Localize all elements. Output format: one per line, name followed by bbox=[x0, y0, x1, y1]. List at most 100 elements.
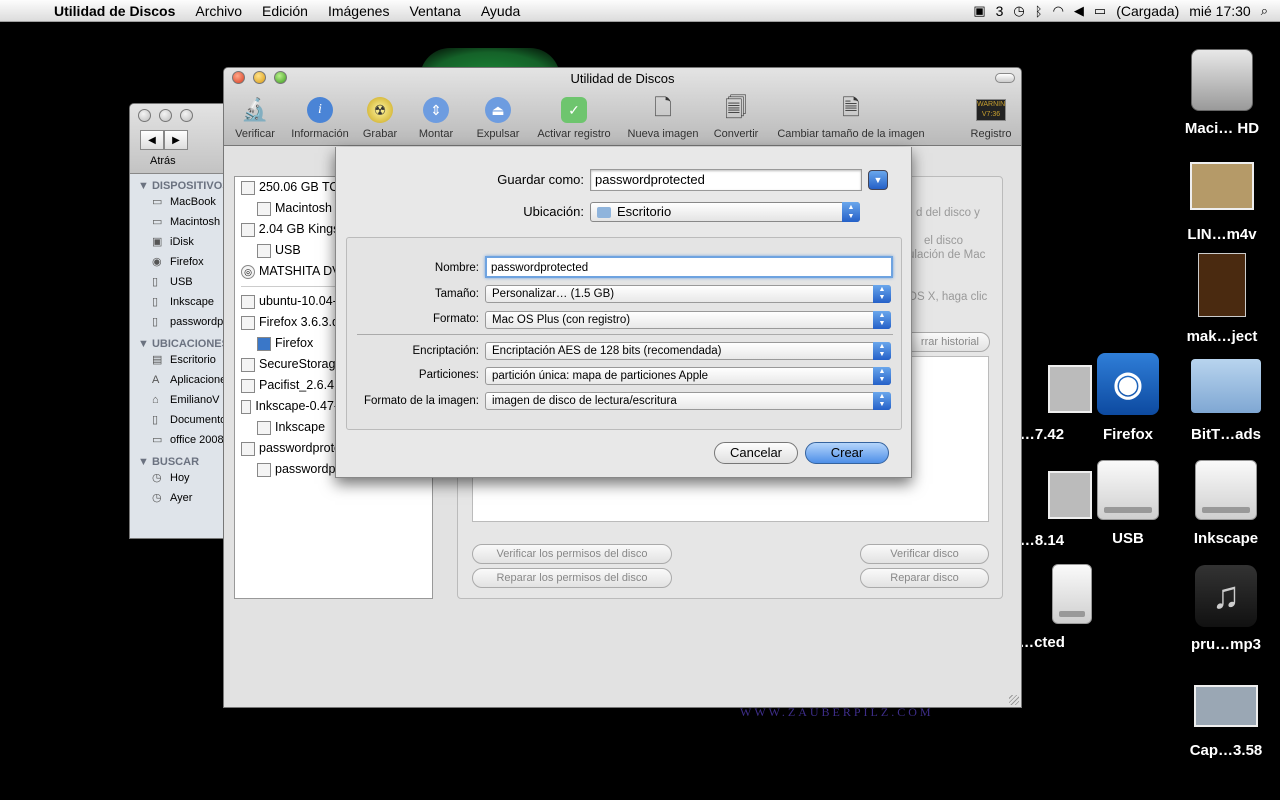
expand-browser-button[interactable]: ▼ bbox=[868, 170, 888, 190]
toolbar-burn[interactable]: ☢ Grabar bbox=[360, 96, 400, 140]
screenshot-thumbnail-icon bbox=[1194, 685, 1258, 727]
sidebar-section-search[interactable]: ▼ BUSCAR bbox=[130, 456, 228, 468]
disk-image-icon bbox=[241, 294, 255, 309]
repair-permissions-button[interactable]: Reparar los permisos del disco bbox=[472, 568, 672, 588]
forward-arrow-icon[interactable]: ▶ bbox=[164, 130, 188, 150]
cancel-button[interactable]: Cancelar bbox=[714, 442, 798, 464]
desktop-icon-bittorrent[interactable]: BitT…ads bbox=[1176, 352, 1276, 443]
menu-edicion[interactable]: Edición bbox=[252, 3, 318, 19]
zoom-icon[interactable] bbox=[180, 109, 193, 122]
toolbar-log[interactable]: WARNIN V7:36 Registro bbox=[968, 96, 1014, 140]
toolbar-convert[interactable]: 🗐 Convertir bbox=[710, 95, 762, 140]
sidebar-item-escritorio[interactable]: ▤ Escritorio bbox=[130, 350, 228, 370]
spaces-count: 3 bbox=[995, 3, 1004, 19]
minimize-icon[interactable] bbox=[159, 109, 172, 122]
eject-icon: ⏏ bbox=[482, 96, 514, 124]
divider bbox=[357, 334, 893, 335]
format-popup[interactable]: Mac OS Plus (con registro) ▲ ▼ bbox=[485, 311, 891, 329]
toolbar-info[interactable]: i Información bbox=[286, 96, 354, 140]
sidebar-item-macbook[interactable]: ▭ MacBook bbox=[130, 192, 228, 212]
name-field[interactable]: passwordprotected bbox=[485, 256, 893, 278]
back-label: Atrás bbox=[150, 155, 176, 167]
popup-arrows-icon: ▲ ▼ bbox=[873, 342, 891, 360]
sidebar-item-passwordprotected[interactable]: ▯passwordprotected bbox=[130, 312, 228, 332]
wifi-icon[interactable]: ◠ bbox=[1053, 3, 1064, 19]
image-format-label: Formato de la imagen: bbox=[363, 395, 479, 407]
back-arrow-icon[interactable]: ◀ bbox=[140, 130, 164, 150]
desktop-icon-project[interactable]: mak…ject bbox=[1172, 248, 1272, 345]
close-icon[interactable] bbox=[138, 109, 151, 122]
bluetooth-icon[interactable]: ᛒ bbox=[1035, 4, 1043, 19]
sidebar-item-documentos[interactable]: ▯ Documentos bbox=[130, 410, 228, 430]
sidebar-item-inkscape[interactable]: ▯ Inkscape bbox=[130, 292, 228, 312]
battery-icon[interactable]: ▭ bbox=[1094, 3, 1106, 19]
toolbar-resize-image[interactable]: 🗎 Cambiar tamaño de la imagen bbox=[770, 95, 932, 140]
menu-app-name[interactable]: Utilidad de Discos bbox=[44, 3, 185, 19]
toolbar-new-image[interactable]: 🗋 Nueva imagen bbox=[624, 95, 702, 140]
sidebar-section-places[interactable]: ▼ UBICACIONES bbox=[130, 338, 228, 350]
location-popup[interactable]: Escritorio ▲ ▼ bbox=[590, 202, 860, 222]
sidebar-item-home[interactable]: ⌂ EmilianoV bbox=[130, 390, 228, 410]
window-title: Utilidad de Discos bbox=[570, 71, 675, 86]
menu-clock[interactable]: mié 17:30 bbox=[1189, 3, 1250, 19]
menu-ventana[interactable]: Ventana bbox=[399, 3, 470, 19]
battery-status[interactable]: (Cargada) bbox=[1116, 3, 1179, 19]
encryption-popup[interactable]: Encriptación AES de 128 bits (recomendad… bbox=[485, 342, 891, 360]
toolbar-toggle-button[interactable] bbox=[995, 73, 1015, 83]
sidebar-item-firefox[interactable]: ◉ Firefox bbox=[130, 252, 228, 272]
partitions-popup[interactable]: partición única: mapa de particiones App… bbox=[485, 367, 891, 385]
location-label: Ubicación: bbox=[523, 204, 584, 219]
time-machine-icon[interactable]: ◷ bbox=[1013, 3, 1024, 19]
desktop-icon-firefox[interactable]: ◉ Firefox bbox=[1078, 348, 1178, 443]
toolbar-eject[interactable]: ⏏ Expulsar bbox=[475, 96, 521, 140]
popup-arrows-icon: ▲ ▼ bbox=[873, 285, 891, 303]
menu-ayuda[interactable]: Ayuda bbox=[471, 3, 530, 19]
desktop-icon-capture[interactable]: Cap…3.58 bbox=[1176, 676, 1276, 759]
image-options-box: Nombre: passwordprotected Tamaño: Person… bbox=[346, 237, 902, 430]
folder-icon bbox=[1191, 359, 1261, 413]
laptop-icon: ▭ bbox=[152, 196, 163, 208]
repair-disk-button[interactable]: Reparar disco bbox=[860, 568, 989, 588]
format-label: Formato: bbox=[432, 313, 479, 325]
menu-archivo[interactable]: Archivo bbox=[185, 3, 252, 19]
hard-drive-icon bbox=[241, 180, 255, 195]
size-popup[interactable]: Personalizar… (1.5 GB) ▲ ▼ bbox=[485, 285, 891, 303]
finder-window: ◀ ▶ Atrás ▼ DISPOSITIVOS ▭ MacBook ▭ Macin… bbox=[129, 103, 229, 539]
drive-icon: ▯ bbox=[152, 296, 159, 308]
first-aid-text-4: OS X, haga clic bbox=[908, 291, 988, 303]
spotlight-icon[interactable]: ⌕ bbox=[1261, 3, 1268, 19]
journaling-icon: ✓ bbox=[558, 96, 590, 124]
sidebar-section-devices[interactable]: ▼ DISPOSITIVOS bbox=[130, 180, 228, 192]
popup-arrows-icon: ▲ ▼ bbox=[842, 202, 860, 222]
drive-icon: ▯ bbox=[152, 316, 159, 328]
sidebar-item-usb[interactable]: ▯ USB bbox=[130, 272, 228, 292]
spaces-icon[interactable]: ▣ bbox=[973, 3, 985, 19]
toolbar-enable-journaling[interactable]: ✓ Activar registro bbox=[532, 96, 616, 140]
sidebar-item-aplicaciones[interactable]: A Aplicaciones bbox=[130, 370, 228, 390]
sidebar-item-ayer[interactable]: ◷ Ayer bbox=[130, 488, 228, 508]
image-format-popup[interactable]: imagen de disco de lectura/escritura ▲ ▼ bbox=[485, 392, 891, 410]
new-image-sheet: Guardar como: passwordprotected ▼ Ubicac… bbox=[335, 147, 912, 478]
desktop-icon-usb[interactable]: USB bbox=[1078, 456, 1178, 547]
sidebar-item-idisk[interactable]: ▣ iDisk bbox=[130, 232, 228, 252]
toolbar-verify[interactable]: 🔬 Verificar bbox=[232, 96, 278, 140]
sidebar-item-office[interactable]: ▭ office 2008 bbox=[130, 430, 228, 450]
volume-icon bbox=[257, 420, 271, 435]
desktop-icon-mp3[interactable]: ♫ pru…mp3 bbox=[1176, 562, 1276, 653]
volume-icon[interactable]: ◀ bbox=[1074, 3, 1084, 19]
sidebar-item-hoy[interactable]: ◷ Hoy bbox=[130, 468, 228, 488]
resize-grip-icon[interactable] bbox=[1009, 695, 1019, 705]
clock-icon: ◷ bbox=[152, 472, 162, 484]
menu-imagenes[interactable]: Imágenes bbox=[318, 3, 399, 19]
desktop-icon-macintosh-hd[interactable]: Maci… HD bbox=[1172, 46, 1272, 137]
clock-icon: ◷ bbox=[152, 492, 162, 504]
create-button[interactable]: Crear bbox=[805, 442, 889, 464]
sidebar-item-macintosh-hd[interactable]: ▭Macintosh HD bbox=[130, 212, 228, 232]
toolbar-mount[interactable]: ⇕ Montar bbox=[416, 96, 456, 140]
desktop-icon-inkscape[interactable]: Inkscape bbox=[1176, 456, 1276, 547]
verify-permissions-button[interactable]: Verificar los permisos del disco bbox=[472, 544, 672, 564]
desktop-icon-video[interactable]: LIN…m4v bbox=[1172, 152, 1272, 243]
verify-disk-button[interactable]: Verificar disco bbox=[860, 544, 989, 564]
popup-arrows-icon: ▲ ▼ bbox=[873, 392, 891, 410]
save-as-field[interactable]: passwordprotected bbox=[590, 169, 862, 191]
